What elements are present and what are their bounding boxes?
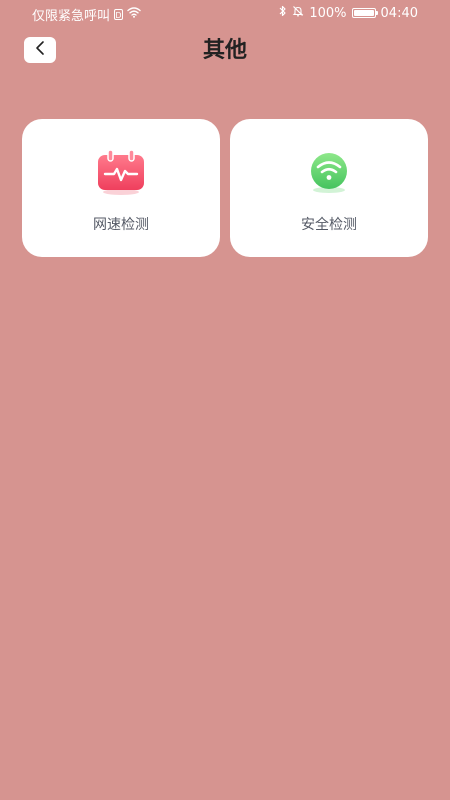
carrier-text: 仅限紧急呼叫 <box>32 9 111 24</box>
status-left: 仅限紧急呼叫 D <box>32 5 141 24</box>
mute-icon <box>292 5 304 21</box>
sim-icon: D <box>114 9 124 20</box>
feature-cards: 网速检测 安全检测 <box>22 119 428 257</box>
wifi-icon <box>127 7 141 22</box>
bluetooth-icon <box>279 5 287 21</box>
speed-test-label: 网速检测 <box>93 217 149 233</box>
battery-text: 100% <box>309 5 347 21</box>
clock-time: 04:40 <box>380 5 418 21</box>
status-right: 100% 04:40 <box>279 5 418 21</box>
status-bar: 仅限紧急呼叫 D 100% 04:40 <box>0 0 450 26</box>
security-check-card[interactable]: 安全检测 <box>230 119 428 257</box>
speed-test-icon <box>96 149 146 195</box>
page-title: 其他 <box>202 38 247 63</box>
battery-icon <box>351 8 378 18</box>
wifi-security-icon <box>304 149 354 195</box>
security-check-label: 安全检测 <box>301 217 357 233</box>
speed-test-card[interactable]: 网速检测 <box>22 119 220 257</box>
